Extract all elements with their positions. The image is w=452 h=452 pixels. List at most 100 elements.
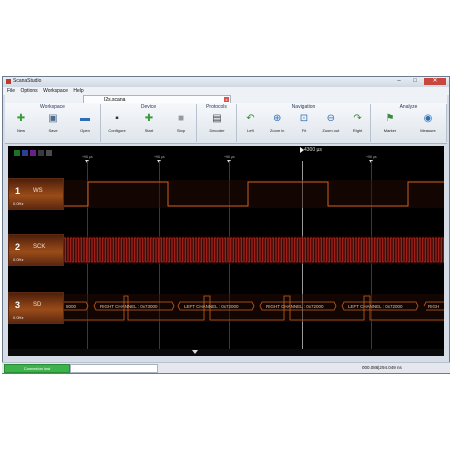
save-icon: ▣ [48, 113, 58, 124]
toolbar-button-label: Zoom out [322, 128, 340, 133]
folder-icon: ▬ [80, 113, 90, 124]
toolbar-group-workspace: Workspace ✚ New ▣ Save ▬ Open [5, 104, 101, 142]
stop-icon: ■ [177, 113, 185, 124]
toolbar-group-title: Device [140, 104, 157, 110]
time-ruler[interactable]: +96 µs +96 µs +96 µs +96 µs 4300 µs [8, 146, 444, 176]
toolbar-button-label: Measure [420, 128, 436, 133]
start-button[interactable]: ✚ Start [137, 112, 161, 142]
channel-frequency: 0.0Hz [13, 201, 24, 206]
channel-frequency: 0.0Hz [13, 257, 24, 262]
status-bar: Connexion lost 000.086|294.049 ns [2, 362, 450, 373]
channel-color-swatch[interactable] [46, 150, 52, 156]
sd-waveform[interactable]: 8000 RIGHT CHANNEL : 0x73000 LEFT CHANNE… [64, 292, 444, 324]
zoom-in-button[interactable]: ⊕ Zoom in [265, 112, 289, 142]
channel-color-swatch[interactable] [22, 150, 28, 156]
toolbar-group-title: Protocols [206, 104, 227, 110]
toolbar-button-label: Save [48, 128, 58, 133]
maximize-button[interactable]: □ [407, 78, 423, 85]
ws-waveform[interactable] [64, 178, 444, 210]
measure-button[interactable]: ◉ Measure [416, 112, 440, 142]
open-button[interactable]: ▬ Open [73, 112, 97, 142]
channel-color-swatch[interactable] [38, 150, 44, 156]
right-button[interactable]: ↷ Right [346, 112, 370, 142]
fit-icon: ⊡ [299, 113, 309, 124]
toolbar-group-title: Navigation [291, 104, 316, 110]
waveform-view[interactable]: +96 µs +96 µs +96 µs +96 µs 4300 µs 1 WS… [8, 146, 444, 356]
stop-button[interactable]: ■ Stop [169, 112, 193, 142]
channel-color-swatch[interactable] [14, 150, 20, 156]
channel-number: 2 [15, 242, 21, 252]
left-button[interactable]: ↶ Left [238, 112, 262, 142]
device-icon: ▪ [115, 113, 119, 124]
title-bar[interactable]: ScanaStudio – □ ✕ [3, 77, 449, 87]
toolbar-group-title: Analyze [399, 104, 418, 110]
save-button[interactable]: ▣ Save [41, 112, 65, 142]
marker-icon: ⚑ [385, 113, 395, 124]
zoom-in-icon: ⊕ [272, 113, 282, 124]
toolbar-button-label: Open [80, 128, 90, 133]
document-tab[interactable]: I2s.scana x [83, 95, 231, 103]
marker-button[interactable]: ⚑ Marker [378, 112, 402, 142]
decoded-frame-label: LEFT CHANNEL : 0x72000 [184, 304, 239, 309]
toolbar-button-label: Fit [301, 128, 307, 133]
channel-number: 3 [15, 300, 21, 310]
channel-name: WS [33, 188, 43, 194]
decoded-frame-label: RIGH [428, 304, 439, 309]
minimize-button[interactable]: – [391, 78, 407, 85]
time-tick-label: +96 µs [224, 155, 235, 159]
zoom-out-icon: ⊖ [326, 113, 335, 124]
right-arrow-icon: ↷ [353, 113, 362, 124]
time-tick-label: +96 µs [366, 155, 377, 159]
toolbar-button-label: New [16, 128, 25, 133]
channel-2-label[interactable]: 2 SCK 0.0Hz [8, 234, 64, 266]
plus-icon: ✚ [16, 113, 26, 124]
ribbon-toolbar: Workspace ✚ New ▣ Save ▬ Open Device ▪ Configure ✚… [5, 103, 447, 144]
channel-name: SCK [33, 244, 46, 250]
decoded-frame-label: RIGHT CHANNEL : 0x72000 [266, 304, 324, 309]
toolbar-group-protocols: Protocols ▤ Decoder [197, 104, 237, 142]
channel-1-label[interactable]: 1 WS 0.0Hz [8, 178, 64, 210]
toolbar-button-label: Zoom in [269, 128, 285, 133]
menu-file[interactable]: File [7, 88, 15, 94]
zoom-out-button[interactable]: ⊖ Zoom out [319, 112, 343, 142]
document-tab-strip: I2s.scana x [5, 95, 447, 103]
toolbar-button-label: Decoder [209, 128, 225, 133]
time-tick-label: +96 µs [154, 155, 165, 159]
decoder-button[interactable]: ▤ Decoder [205, 112, 229, 142]
toolbar-group-analyze: Analyze ⚑ Marker ◉ Measure [371, 104, 447, 142]
toolbar-group-device: Device ▪ Configure ✚ Start ■ Stop [101, 104, 197, 142]
configure-button[interactable]: ▪ Configure [105, 112, 129, 142]
new-button[interactable]: ✚ New [9, 112, 33, 142]
decoder-icon: ▤ [212, 113, 222, 124]
fit-button[interactable]: ⊡ Fit [292, 112, 316, 142]
sck-waveform[interactable] [64, 234, 444, 266]
toolbar-group-navigation: Navigation ↶ Left ⊕ Zoom in ⊡ Fit ⊖ Zoom out ↷ Rig… [237, 104, 371, 142]
toolbar-group-title: Workspace [40, 104, 65, 110]
menu-bar: File Options Workspace Help [3, 87, 449, 95]
decoded-frame-label: 8000 [66, 304, 77, 309]
toolbar-button-label: Left [247, 128, 254, 133]
status-field [70, 364, 158, 373]
menu-options[interactable]: Options [20, 88, 37, 94]
left-arrow-icon: ↶ [246, 113, 255, 124]
toolbar-button-label: Right [352, 128, 363, 133]
time-tick-label: +96 µs [82, 155, 93, 159]
channel-frequency: 0.0Hz [13, 315, 24, 320]
scroll-position-icon[interactable] [192, 350, 198, 354]
menu-help[interactable]: Help [73, 88, 83, 94]
app-logo-icon [6, 79, 11, 84]
horizontal-scrollbar[interactable] [8, 349, 444, 356]
channel-3-label[interactable]: 3 SD 0.0Hz [8, 292, 64, 324]
close-window-button[interactable]: ✕ [424, 78, 446, 85]
measure-icon: ◉ [423, 113, 433, 124]
status-time-readout: 000.086|294.049 ns [362, 365, 402, 370]
channel-number: 1 [15, 186, 21, 196]
toolbar-button-label: Marker [383, 128, 397, 133]
channel-color-swatch[interactable] [30, 150, 36, 156]
start-icon: ✚ [144, 113, 154, 124]
document-close-icon[interactable]: x [224, 97, 229, 102]
menu-workspace[interactable]: Workspace [43, 88, 68, 94]
channel-name: SD [33, 302, 42, 308]
connection-status-badge: Connexion lost [4, 364, 70, 373]
cursor-time-label: 4300 µs [304, 147, 322, 153]
